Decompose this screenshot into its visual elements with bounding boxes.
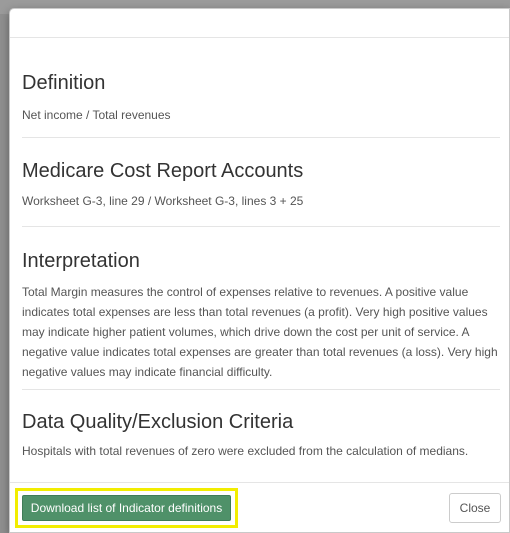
section-title: Interpretation: [22, 250, 140, 272]
modal-body: Definition Net income / Total revenues M…: [10, 38, 500, 470]
section-text: Worksheet G-3, line 29 / Worksheet G-3, …: [22, 194, 304, 208]
section-text: Total Margin measures the control of exp…: [22, 285, 498, 379]
definition-section: Definition Net income / Total revenues: [22, 38, 500, 138]
download-definitions-button[interactable]: Download list of Indicator definitions: [22, 495, 231, 521]
close-button[interactable]: Close: [449, 493, 501, 523]
modal-footer: Download list of Indicator definitions C…: [10, 482, 509, 532]
section-title: Definition: [22, 72, 106, 94]
cost-report-accounts-section: Medicare Cost Report Accounts Worksheet …: [22, 138, 500, 227]
data-quality-section: Data Quality/Exclusion Criteria Hospital…: [22, 390, 500, 470]
section-title: Medicare Cost Report Accounts: [22, 160, 304, 182]
download-highlight-box: Download list of Indicator definitions: [15, 488, 238, 528]
section-title: Data Quality/Exclusion Criteria: [22, 411, 294, 433]
indicator-definition-modal: Definition Net income / Total revenues M…: [9, 8, 510, 533]
interpretation-section: Interpretation Total Margin measures the…: [22, 227, 500, 390]
section-text: Hospitals with total revenues of zero we…: [22, 444, 469, 458]
modal-header: [10, 9, 509, 38]
section-text: Net income / Total revenues: [22, 108, 171, 122]
